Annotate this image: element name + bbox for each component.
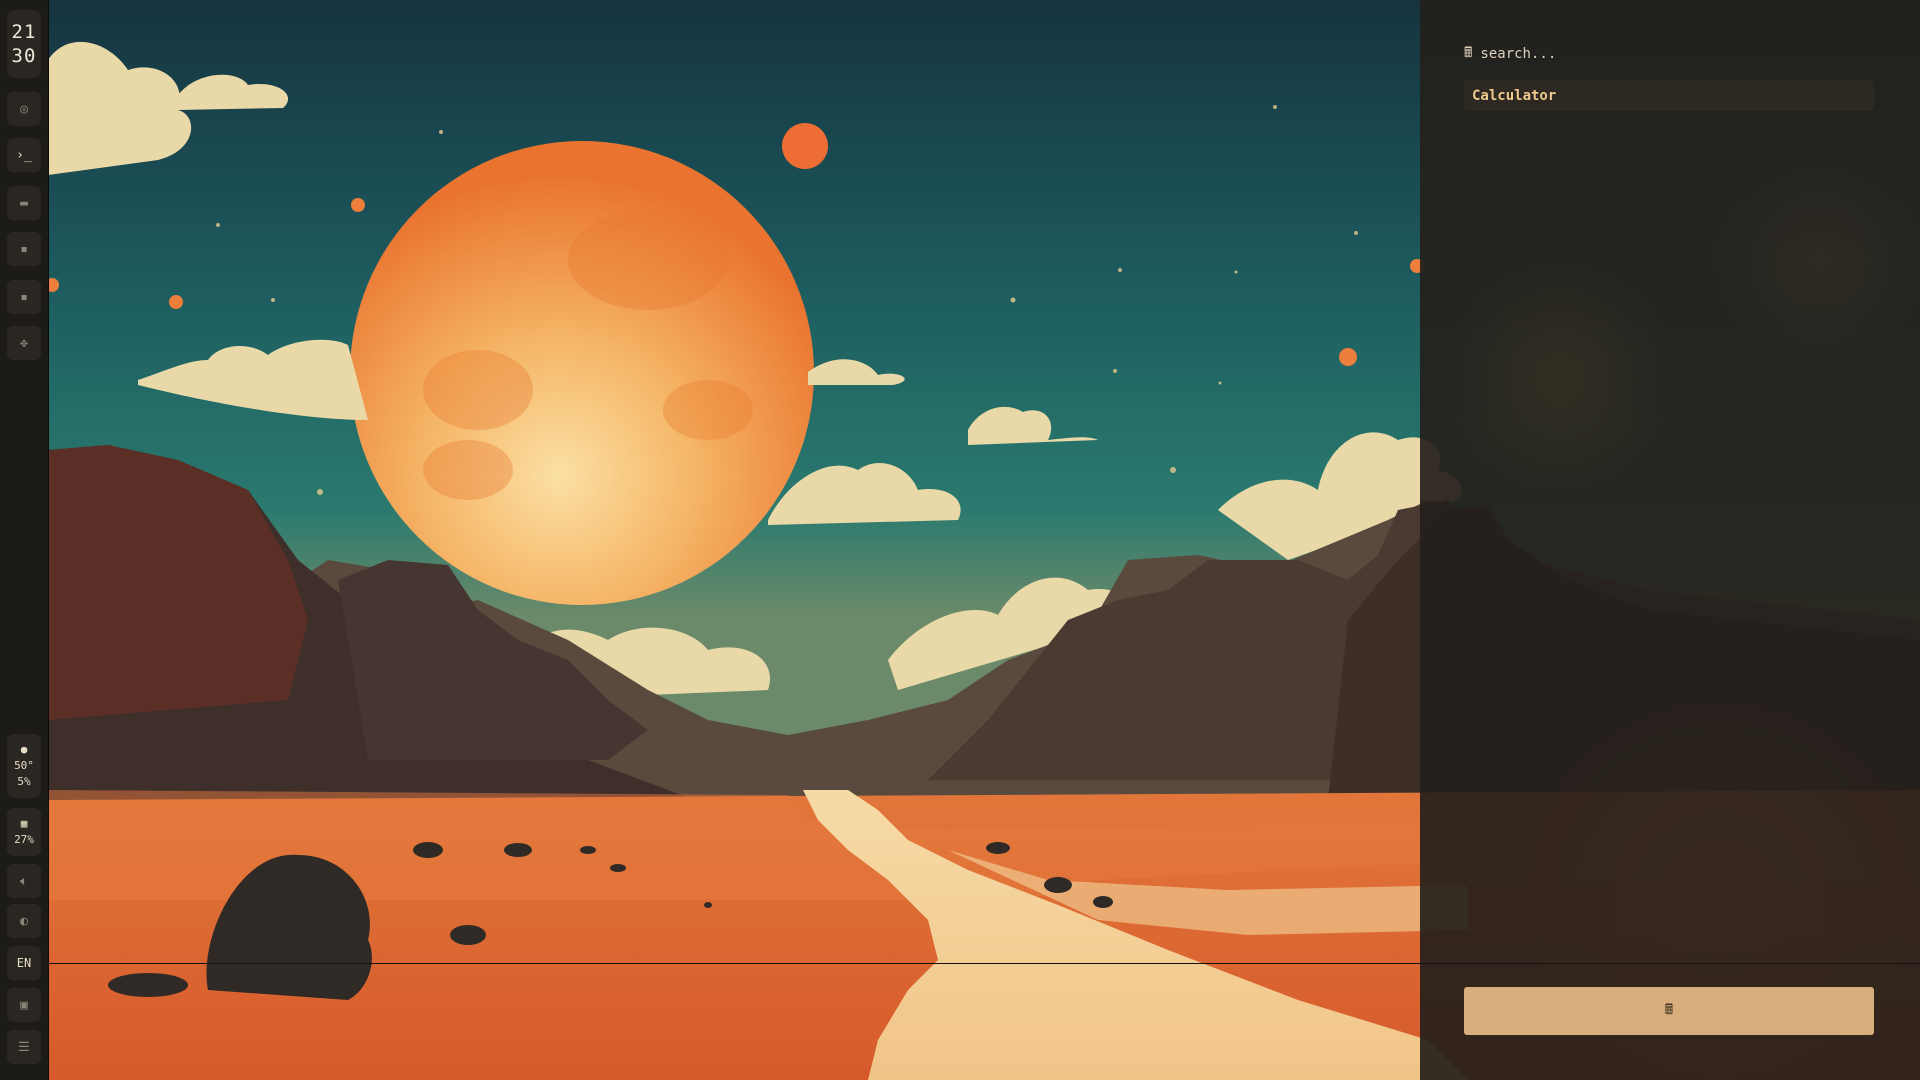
search-input[interactable]	[1480, 46, 1861, 62]
screenshot-button[interactable]: ▣	[7, 988, 41, 1022]
folder-icon: ▬	[20, 195, 28, 211]
menu-button[interactable]: ☰	[7, 1030, 41, 1064]
terminal-icon: ›_	[16, 147, 32, 163]
memory-widget[interactable]: ▦ 27%	[7, 808, 41, 856]
cpu-temperature: 50°	[14, 759, 34, 772]
cpu-usage: 5%	[17, 775, 31, 788]
launcher-backdrop	[1420, 0, 1920, 1080]
circle-icon: ◎	[20, 101, 28, 117]
workspace-button-files[interactable]: ▬	[7, 186, 41, 220]
memory-usage: 27%	[14, 833, 34, 846]
result-item-calculator[interactable]: Calculator	[1464, 80, 1874, 111]
workspace-button-chat[interactable]: ▪	[7, 280, 41, 314]
memory-icon: ▦	[20, 817, 28, 830]
calculator-icon: 🖩	[1464, 45, 1473, 61]
calculator-icon: 🖩	[1664, 1001, 1674, 1017]
game-icon: ✥	[20, 335, 28, 351]
brightness-button[interactable]: ◐	[7, 904, 41, 938]
left-panel-bar: 21 30 ◎ ›_ ▬ ▪ ▪ ✥ ● 50° 5% ▦ 27% 🔈︎ ◐ E…	[0, 0, 49, 1080]
clock-hour: 21	[11, 21, 37, 43]
screenshot-icon: ▣	[20, 997, 28, 1013]
system-status-widget[interactable]: ● 50° 5%	[7, 734, 41, 798]
search-bar[interactable]: 🖩	[1464, 44, 1861, 64]
volume-icon: 🔈︎	[20, 873, 28, 889]
cpu-icon: ●	[20, 743, 28, 756]
keyboard-language-button[interactable]: EN	[7, 946, 41, 980]
list-icon: ☰	[18, 1039, 30, 1055]
brightness-icon: ◐	[20, 913, 28, 929]
workspace-button-notes[interactable]: ▪	[7, 232, 41, 266]
workspace-button-terminal[interactable]: ›_	[7, 138, 41, 172]
volume-button[interactable]: 🔈︎	[7, 864, 41, 898]
divider-line	[48, 963, 1920, 964]
workspace-button-1[interactable]: ◎	[7, 92, 41, 126]
clock-minute: 30	[11, 45, 37, 67]
note-icon: ▪	[20, 241, 28, 257]
app-launcher-panel: 🖩 Calculator 🖩	[1420, 0, 1920, 1080]
result-label: Calculator	[1472, 87, 1557, 104]
workspace-button-games[interactable]: ✥	[7, 326, 41, 360]
language-indicator: EN	[16, 956, 32, 970]
chat-icon: ▪	[20, 289, 28, 305]
launch-calculator-button[interactable]: 🖩	[1464, 987, 1874, 1035]
clock-widget[interactable]: 21 30	[7, 10, 41, 78]
